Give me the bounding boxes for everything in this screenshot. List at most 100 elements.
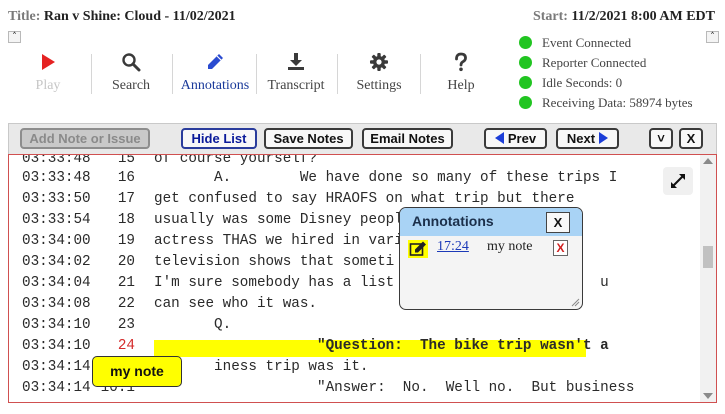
- line-timestamp: 03:34:08: [22, 296, 91, 312]
- title-label: Title:: [8, 9, 41, 24]
- scroll-thumb[interactable]: [703, 246, 713, 268]
- popup-title: Annotations: [412, 213, 494, 229]
- search-button[interactable]: Search: [104, 52, 158, 98]
- transcript-line[interactable]: 03:34:04 21 I'm sure somebody has a list u: [9, 275, 699, 296]
- add-note-button[interactable]: Add Note or Issue: [20, 128, 150, 149]
- line-text: "Answer: No. Well no. But business: [154, 380, 635, 396]
- line-number: 22: [117, 296, 135, 312]
- toolbar-divider: [256, 54, 257, 94]
- status-receiving: Receiving Data: 58974 bytes: [519, 93, 725, 113]
- toolbar-divider: [420, 54, 421, 94]
- prev-arrow-icon: [494, 132, 504, 144]
- line-timestamp: 03:34:10: [22, 317, 91, 333]
- search-label: Search: [111, 78, 151, 93]
- next-button[interactable]: Next: [556, 128, 619, 149]
- line-text: get confused to say HRAOFS on what trip …: [154, 191, 575, 207]
- line-timestamp: 03:34:10: [22, 338, 91, 354]
- connection-status: Event Connected Reporter Connected Idle …: [519, 33, 725, 113]
- email-notes-button[interactable]: Email Notes: [362, 128, 453, 149]
- line-number: 19: [117, 233, 135, 249]
- expand-icon: [671, 174, 685, 188]
- line-number: 17: [117, 191, 135, 207]
- play-icon: [42, 54, 55, 70]
- status-event-text: Event Connected: [542, 35, 632, 50]
- transcript-scrollbar[interactable]: [700, 155, 716, 402]
- scroll-up-icon[interactable]: [703, 158, 713, 164]
- pencil-icon: [208, 54, 223, 69]
- transcript-button[interactable]: Transcript: [262, 52, 330, 98]
- transcript-line[interactable]: 03:34:08 22 can see who it was.: [9, 296, 699, 317]
- edit-note-icon[interactable]: [408, 240, 428, 258]
- save-notes-button[interactable]: Save Notes: [264, 128, 353, 149]
- line-number: 15: [117, 154, 135, 167]
- collapse-notes-button[interactable]: ˅: [649, 128, 673, 149]
- annotations-label: Annotations: [180, 78, 250, 93]
- transcript-line[interactable]: 03:33:50 17 get confused to say HRAOFS on …: [9, 191, 699, 212]
- collapse-header-button[interactable]: ˄: [8, 31, 21, 43]
- resize-grip-icon[interactable]: [570, 297, 580, 307]
- prev-button[interactable]: Prev: [484, 128, 547, 149]
- download-icon: [288, 53, 304, 70]
- toolbar-divider: [91, 54, 92, 94]
- note-timestamp-link[interactable]: 17:24: [437, 239, 469, 255]
- transcript-line[interactable]: 03:34:10 23 Q.: [9, 317, 699, 338]
- search-icon: [122, 53, 141, 72]
- popup-close-button[interactable]: X: [546, 212, 570, 233]
- toolbar: Play Search Annotations Transcript Setti…: [0, 48, 510, 98]
- line-text: "Question: The bike trip wasn't a: [154, 338, 609, 354]
- gear-icon: [370, 53, 388, 71]
- line-number: 23: [117, 317, 135, 333]
- session-start: Start: 11/2/2021 8:00 AM EDT: [533, 9, 715, 25]
- hide-list-button[interactable]: Hide List: [181, 128, 257, 149]
- close-notes-button[interactable]: X: [679, 128, 703, 149]
- start-label: Start:: [532, 9, 568, 24]
- transcript-line[interactable]: 03:33:48 16 A. We have done so many of th…: [9, 170, 699, 191]
- line-timestamp: 03:33:48: [22, 154, 91, 167]
- delete-note-button[interactable]: X: [553, 240, 568, 256]
- annotations-button[interactable]: Annotations: [175, 52, 255, 98]
- help-button[interactable]: Help: [436, 52, 486, 98]
- scroll-down-icon[interactable]: [703, 393, 713, 399]
- toolbar-divider: [172, 54, 173, 94]
- status-reporter-text: Reporter Connected: [542, 55, 647, 70]
- settings-button[interactable]: Settings: [348, 52, 410, 98]
- status-event: Event Connected: [519, 33, 725, 53]
- line-text: television shows that someti: [154, 254, 395, 270]
- status-dot-icon: [519, 76, 532, 89]
- question-mark-icon: [455, 52, 467, 72]
- line-text: iness trip was it.: [154, 359, 369, 375]
- expand-button[interactable]: [663, 167, 693, 195]
- line-number: 18: [117, 212, 135, 228]
- line-text: of course yourself?: [154, 154, 318, 167]
- line-text: Q.: [154, 317, 232, 333]
- status-dot-icon: [519, 56, 532, 69]
- status-idle: Idle Seconds: 0: [519, 73, 725, 93]
- line-timestamp: 03:34:04: [22, 275, 91, 291]
- session-title: Title: Ran v Shine: Cloud - 11/02/2021: [8, 9, 236, 25]
- title-value: Ran v Shine: Cloud - 11/02/2021: [43, 9, 236, 24]
- next-label: Next: [566, 131, 596, 146]
- line-number: 24: [117, 338, 135, 354]
- status-reporter: Reporter Connected: [519, 53, 725, 73]
- line-timestamp: 03:33:54: [22, 212, 91, 228]
- line-timestamp: 03:34:14: [22, 380, 91, 396]
- prev-label: Prev: [507, 131, 537, 146]
- transcript-line[interactable]: 03:34:02 20 television shows that someti: [9, 254, 699, 275]
- line-text: A. We have done so many of these trips I: [154, 170, 618, 186]
- status-dot-icon: [519, 36, 532, 49]
- toolbar-divider: [337, 54, 338, 94]
- play-button[interactable]: Play: [22, 52, 74, 98]
- help-label: Help: [447, 78, 475, 93]
- status-idle-text: Idle Seconds: 0: [542, 75, 623, 90]
- line-number: 20: [117, 254, 135, 270]
- next-arrow-icon: [599, 132, 609, 144]
- settings-label: Settings: [356, 78, 402, 93]
- popup-header: Annotations X: [400, 208, 582, 236]
- transcript-line[interactable]: 03:33:54 18 usually was some Disney people: [9, 212, 699, 233]
- transcript-line[interactable]: 03:34:00 19 actress THAS we hired in vari: [9, 233, 699, 254]
- line-timestamp: 03:34:00: [22, 233, 91, 249]
- line-timestamp: 03:34:02: [22, 254, 91, 270]
- status-receiving-text: Receiving Data: 58974 bytes: [542, 95, 693, 110]
- note-text: my note: [487, 239, 533, 254]
- play-label: Play: [35, 78, 61, 93]
